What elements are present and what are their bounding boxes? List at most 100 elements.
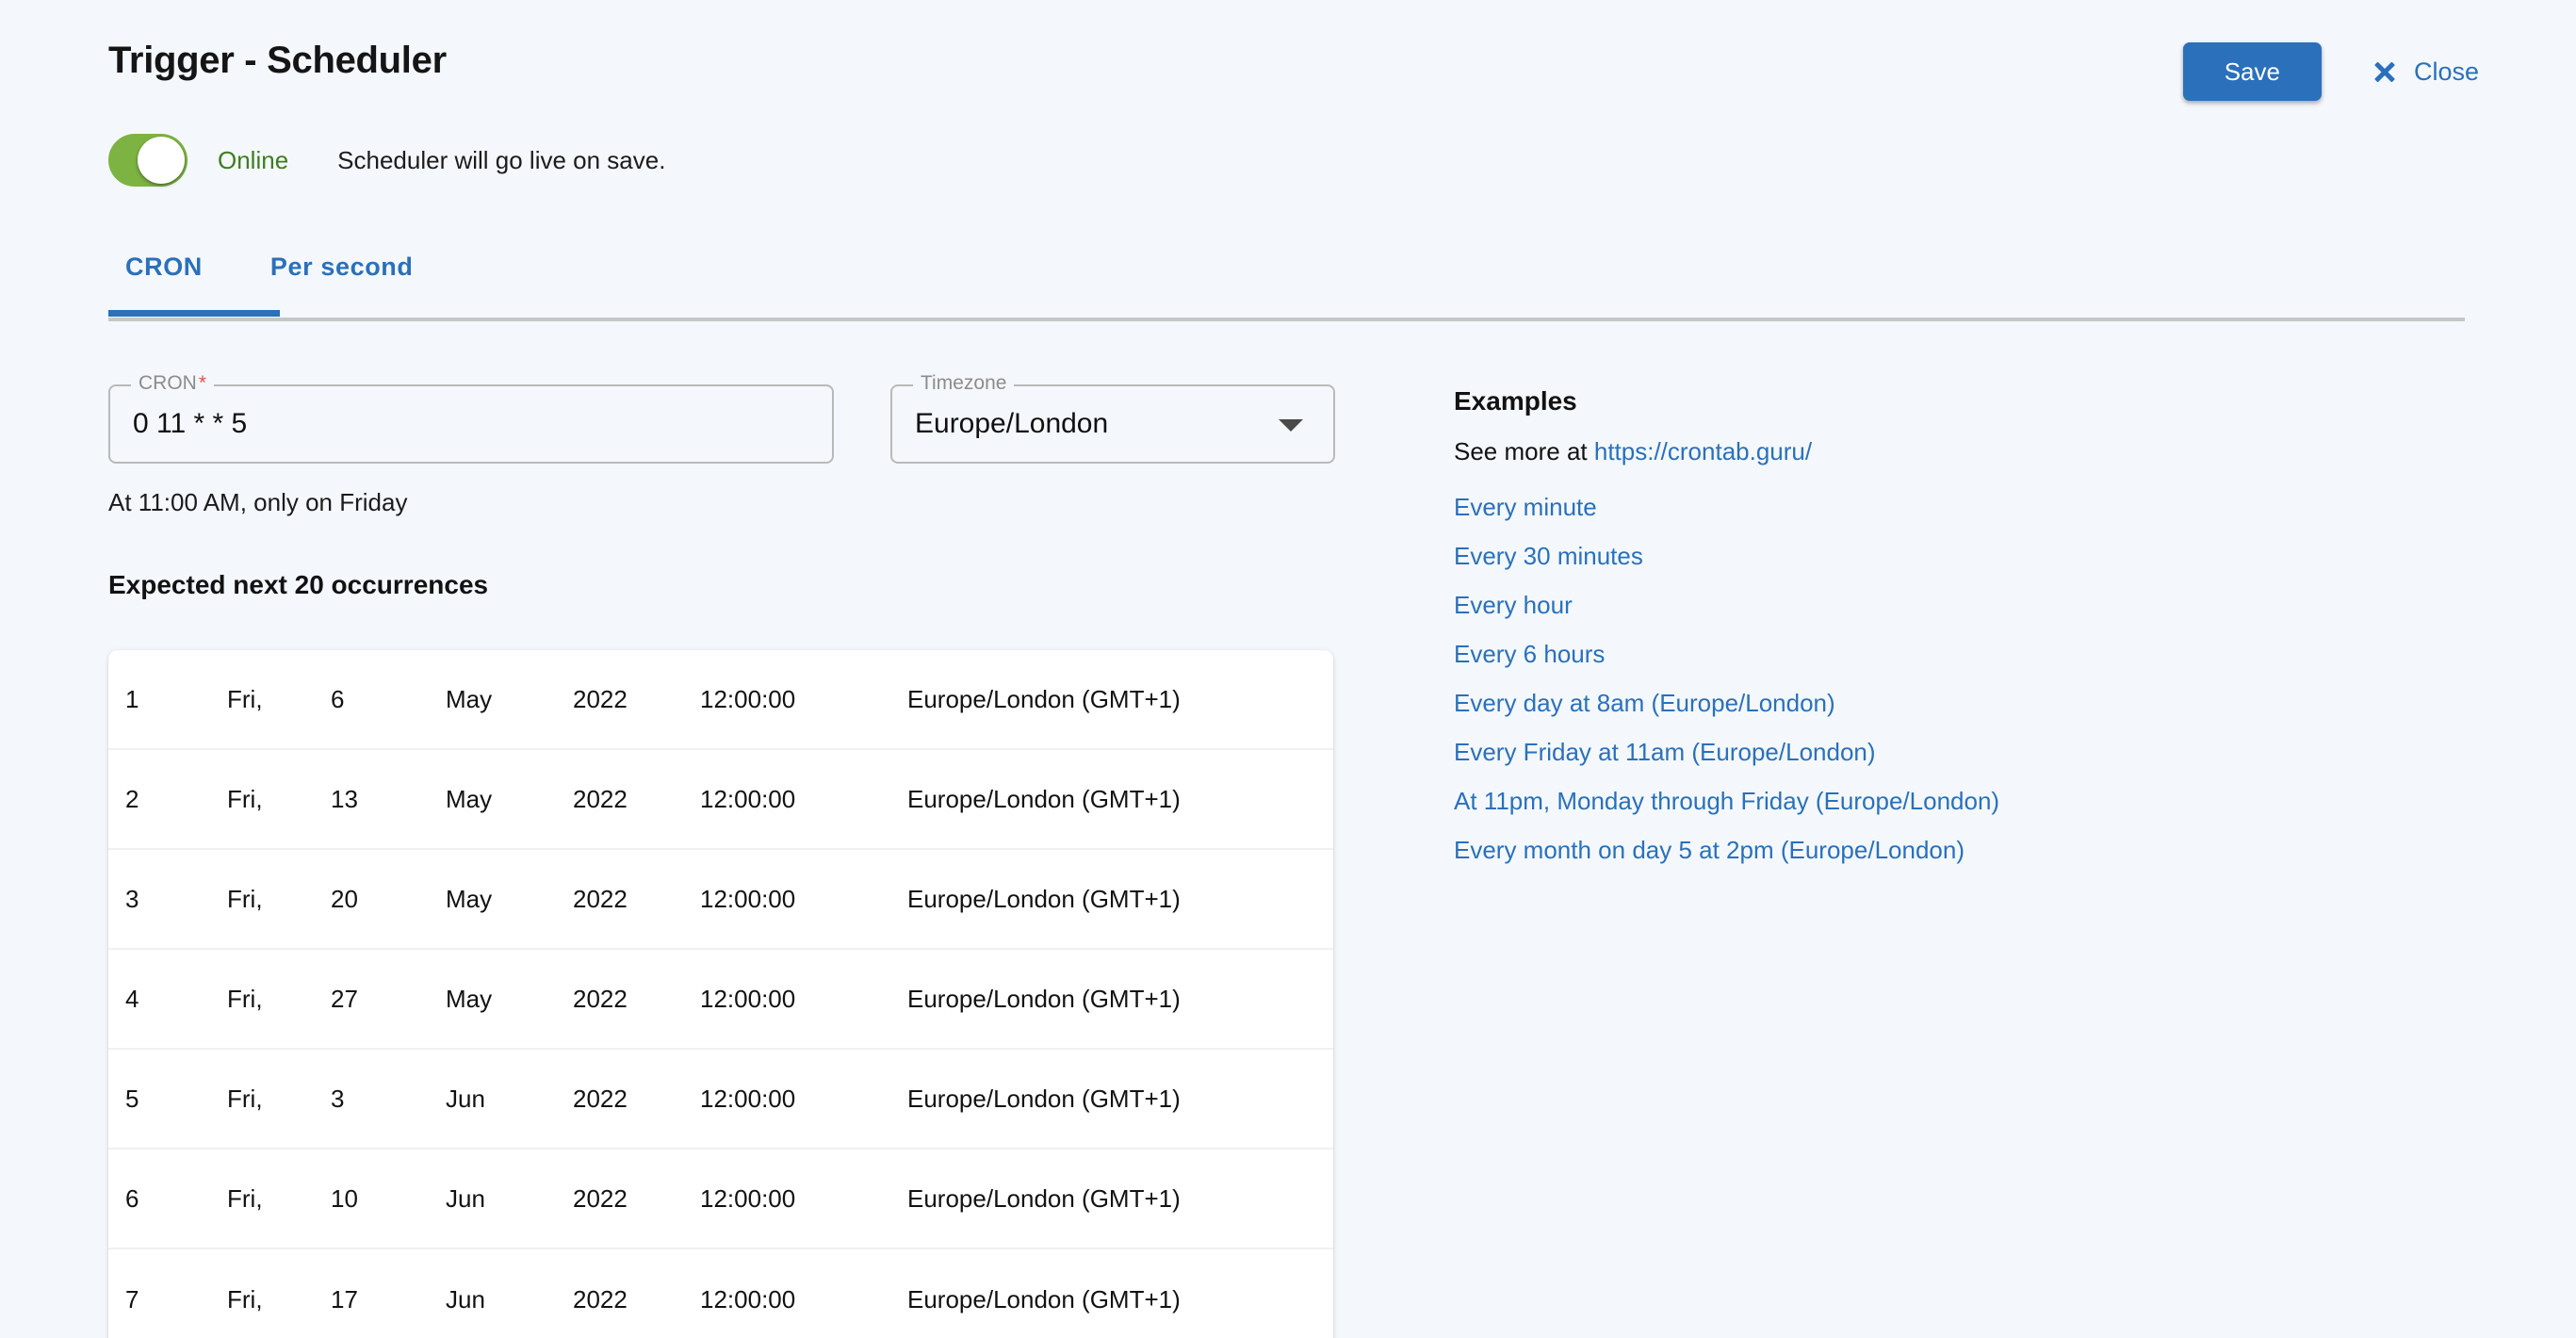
occurrence-day: 13 [331, 785, 446, 814]
occurrence-year: 2022 [573, 1184, 700, 1214]
example-link[interactable]: Every minute [1454, 493, 1597, 522]
occurrence-index: 2 [125, 785, 227, 814]
close-icon [2372, 59, 2397, 84]
examples-see-more: See more at https://crontab.guru/ [1454, 437, 2443, 466]
active-tab-indicator [108, 310, 280, 317]
example-links-list: Every minute Every 30 minutes Every hour Ev… [1454, 493, 2443, 865]
examples-panel: Examples See more at https://crontab.gur… [1454, 386, 2443, 885]
examples-title: Examples [1454, 386, 2443, 416]
cron-input[interactable] [110, 386, 832, 462]
occurrence-day: 17 [331, 1285, 446, 1314]
cron-field-legend-text: CRON [139, 372, 197, 394]
tab-divider [108, 318, 2465, 321]
occurrence-timezone: Europe/London (GMT+1) [907, 1285, 1333, 1314]
table-row: 3Fri,20May202212:00:00Europe/London (GMT… [108, 850, 1333, 950]
occurrence-timezone: Europe/London (GMT+1) [907, 685, 1333, 714]
occurrence-time: 12:00:00 [700, 885, 907, 914]
occurrence-time: 12:00:00 [700, 1184, 907, 1214]
occurrence-year: 2022 [573, 1085, 700, 1114]
occurrence-time: 12:00:00 [700, 1285, 907, 1314]
table-row: 7Fri,17Jun202212:00:00Europe/London (GMT… [108, 1249, 1333, 1338]
occurrence-time: 12:00:00 [700, 685, 907, 714]
occurrences-table: 1Fri,6May202212:00:00Europe/London (GMT+… [108, 650, 1333, 1338]
occurrence-day: 6 [331, 685, 446, 714]
save-button[interactable]: Save [2183, 42, 2322, 101]
required-marker: * [199, 372, 206, 394]
occurrence-day-of-week: Fri, [227, 1085, 331, 1114]
occurrence-month: May [446, 885, 573, 914]
example-link[interactable]: At 11pm, Monday through Friday (Europe/L… [1454, 787, 1999, 816]
occurrence-index: 4 [125, 985, 227, 1014]
occurrence-year: 2022 [573, 885, 700, 914]
timezone-select-value[interactable] [892, 386, 1333, 462]
timezone-field-legend: Timezone [913, 372, 1014, 395]
occurrence-day: 27 [331, 985, 446, 1014]
occurrence-day-of-week: Fri, [227, 685, 331, 714]
close-button-label: Close [2414, 57, 2479, 87]
occurrence-month: Jun [446, 1085, 573, 1114]
occurrence-time: 12:00:00 [700, 1085, 907, 1114]
toggle-state-label: Online [218, 146, 288, 175]
occurrence-index: 3 [125, 885, 227, 914]
occurrence-time: 12:00:00 [700, 985, 907, 1014]
table-row: 1Fri,6May202212:00:00Europe/London (GMT+… [108, 650, 1333, 750]
example-link[interactable]: Every hour [1454, 591, 1573, 620]
occurrence-day: 20 [331, 885, 446, 914]
cron-input-field[interactable]: CRON* [108, 384, 834, 464]
occurrence-index: 1 [125, 685, 227, 714]
scheduler-hint-text: Scheduler will go live on save. [337, 146, 665, 175]
occurrence-day-of-week: Fri, [227, 1285, 331, 1314]
scheduler-trigger-page: Trigger - Scheduler Save Close Online Sc… [0, 0, 2576, 1338]
see-more-prefix: See more at [1454, 437, 1594, 465]
page-title: Trigger - Scheduler [108, 40, 447, 82]
occurrence-day-of-week: Fri, [227, 985, 331, 1014]
occurrence-index: 5 [125, 1085, 227, 1114]
tab-bar: CRON Per second [108, 253, 430, 320]
occurrence-month: May [446, 985, 573, 1014]
example-link[interactable]: Every 30 minutes [1454, 542, 1643, 571]
occurrence-year: 2022 [573, 785, 700, 814]
header-actions: Save Close [2183, 42, 2486, 101]
occurrence-timezone: Europe/London (GMT+1) [907, 785, 1333, 814]
occurrence-timezone: Europe/London (GMT+1) [907, 885, 1333, 914]
crontab-guru-link[interactable]: https://crontab.guru/ [1594, 437, 1812, 465]
timezone-select-field[interactable]: Timezone [890, 384, 1335, 464]
occurrence-day-of-week: Fri, [227, 785, 331, 814]
online-toggle[interactable] [108, 134, 187, 187]
page-header: Trigger - Scheduler Save Close [0, 0, 2576, 127]
table-row: 2Fri,13May202212:00:00Europe/London (GMT… [108, 750, 1333, 850]
cron-field-legend: CRON* [131, 372, 214, 395]
occurrence-time: 12:00:00 [700, 785, 907, 814]
example-link[interactable]: Every 6 hours [1454, 640, 1605, 669]
occurrence-timezone: Europe/London (GMT+1) [907, 1085, 1333, 1114]
table-row: 5Fri,3Jun202212:00:00Europe/London (GMT+… [108, 1050, 1333, 1150]
tab-per-second[interactable]: Per second [253, 253, 431, 282]
table-row: 6Fri,10Jun202212:00:00Europe/London (GMT… [108, 1150, 1333, 1249]
tab-list: CRON Per second [108, 253, 430, 313]
occurrence-day: 3 [331, 1085, 446, 1114]
occurrence-year: 2022 [573, 685, 700, 714]
table-row: 4Fri,27May202212:00:00Europe/London (GMT… [108, 950, 1333, 1050]
close-button[interactable]: Close [2365, 52, 2486, 92]
occurrence-month: May [446, 785, 573, 814]
occurrence-month: Jun [446, 1184, 573, 1214]
chevron-down-icon[interactable] [1279, 419, 1303, 432]
toggle-knob [138, 137, 185, 184]
occurrence-day: 10 [331, 1184, 446, 1214]
example-link[interactable]: Every Friday at 11am (Europe/London) [1454, 738, 1876, 767]
tab-cron[interactable]: CRON [108, 253, 220, 282]
occurrence-month: May [446, 685, 573, 714]
example-link[interactable]: Every month on day 5 at 2pm (Europe/Lond… [1454, 836, 1965, 865]
occurrence-day-of-week: Fri, [227, 1184, 331, 1214]
scheduler-status-row: Online Scheduler will go live on save. [108, 134, 665, 187]
occurrence-timezone: Europe/London (GMT+1) [907, 1184, 1333, 1214]
occurrence-year: 2022 [573, 1285, 700, 1314]
cron-description: At 11:00 AM, only on Friday [108, 488, 407, 517]
occurrence-month: Jun [446, 1285, 573, 1314]
occurrence-year: 2022 [573, 985, 700, 1014]
example-link[interactable]: Every day at 8am (Europe/London) [1454, 689, 1835, 718]
occurrence-timezone: Europe/London (GMT+1) [907, 985, 1333, 1014]
occurrence-day-of-week: Fri, [227, 885, 331, 914]
occurrences-title: Expected next 20 occurrences [108, 570, 488, 600]
occurrence-index: 7 [125, 1285, 227, 1314]
